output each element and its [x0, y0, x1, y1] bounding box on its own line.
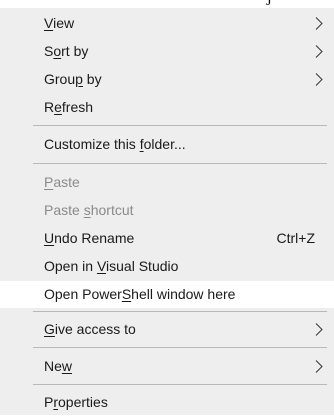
menu-item-label: Give access to [44, 321, 136, 337]
chevron-right-icon [312, 38, 326, 65]
menu-item-label: Group by [44, 71, 102, 87]
background-text-fragment: J [266, 0, 272, 9]
menu-separator [33, 347, 327, 348]
menu-item-undo-rename[interactable]: Undo Rename Ctrl+Z [0, 225, 334, 252]
menu-item-label: Open in Visual Studio [44, 258, 179, 274]
menu-separator [33, 163, 327, 164]
menu-separator [33, 311, 327, 312]
menu-separator [33, 384, 327, 385]
background-window-fragment: J [0, 0, 334, 9]
menu-item-view[interactable]: View [0, 10, 334, 37]
menu-item-open-powershell[interactable]: Open PowerShell window here [0, 281, 334, 308]
menu-item-label: Open PowerShell window here [44, 286, 236, 302]
menu-item-label: Customize this folder... [44, 136, 186, 152]
menu-item-label: Paste shortcut [44, 202, 134, 218]
menu-item-customize-folder[interactable]: Customize this folder... [0, 131, 334, 158]
menu-item-label: Sort by [44, 43, 89, 59]
menu-item-label: Undo Rename [44, 230, 135, 246]
chevron-right-icon [312, 66, 326, 93]
context-menu: J View Sort by Group by Refresh Customiz… [0, 0, 334, 415]
chevron-right-icon [312, 10, 326, 37]
menu-item-label: Refresh [44, 99, 94, 115]
shortcut-label: Ctrl+Z [276, 230, 316, 246]
menu-item-refresh[interactable]: Refresh [0, 94, 334, 121]
chevron-right-icon [312, 353, 326, 380]
menu-item-new[interactable]: New [0, 353, 334, 380]
menu-item-label: View [44, 15, 75, 31]
menu-item-sort-by[interactable]: Sort by [0, 38, 334, 65]
menu-separator [33, 125, 327, 126]
menu-item-label: Paste [44, 174, 80, 190]
menu-item-group-by[interactable]: Group by [0, 66, 334, 93]
chevron-right-icon [312, 316, 326, 343]
menu-item-properties[interactable]: Properties [0, 389, 334, 416]
menu-item-give-access[interactable]: Give access to [0, 316, 334, 343]
menu-item-open-in-visual-studio[interactable]: Open in Visual Studio [0, 253, 334, 280]
menu-item-label: Properties [44, 394, 108, 410]
menu-item-label: New [44, 358, 73, 374]
menu-item-paste-shortcut[interactable]: Paste shortcut [0, 197, 334, 224]
menu-item-paste[interactable]: Paste [0, 169, 334, 196]
